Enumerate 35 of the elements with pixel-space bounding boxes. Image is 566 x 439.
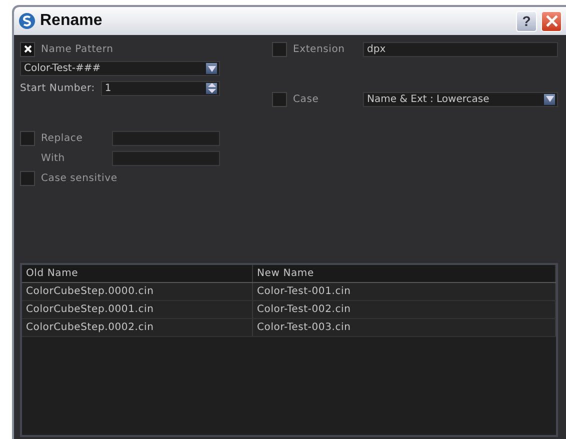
checkbox[interactable] xyxy=(272,92,287,106)
checkbox[interactable] xyxy=(272,42,287,56)
close-button[interactable] xyxy=(541,10,562,32)
case-dropdown[interactable]: Name & Ext : Lowercase xyxy=(363,92,558,106)
replace-field[interactable] xyxy=(112,130,220,146)
table-cell: ColorCubeStep.0002.cin xyxy=(22,319,253,336)
table-cell: Color-Test-003.cin xyxy=(253,319,556,336)
spinner-icon xyxy=(206,82,217,94)
case-label: Case xyxy=(293,94,320,104)
column-header[interactable]: Old Name xyxy=(22,265,253,282)
table-cell: ColorCubeStep.0000.cin xyxy=(22,283,253,300)
checkbox[interactable] xyxy=(20,42,35,56)
close-icon xyxy=(544,14,558,28)
replace-label: Replace xyxy=(41,132,84,144)
name-pattern-label: Name Pattern xyxy=(41,44,114,54)
table-cell: Color-Test-002.cin xyxy=(253,301,556,318)
start-number-label: Start Number: xyxy=(20,82,95,94)
dropdown-arrow-icon xyxy=(544,94,555,104)
case-sensitive-label: Case sensitive xyxy=(41,172,118,184)
with-field[interactable] xyxy=(112,150,220,166)
extension-field[interactable]: dpx xyxy=(363,42,558,56)
app-logo-icon xyxy=(18,12,36,30)
cross-icon xyxy=(24,45,32,53)
start-number-field[interactable]: 1 xyxy=(100,80,220,96)
with-label: With xyxy=(41,152,66,164)
help-button[interactable]: ? xyxy=(516,10,537,32)
table-cell: Color-Test-001.cin xyxy=(253,283,556,300)
name-pattern-dropdown[interactable]: Color-Test-### xyxy=(20,61,220,76)
dropdown-arrow-icon xyxy=(206,63,217,74)
table-cell: ColorCubeStep.0001.cin xyxy=(22,301,253,318)
extension-label: Extension xyxy=(293,44,346,54)
checkbox[interactable] xyxy=(20,170,35,186)
window-title: Rename xyxy=(40,12,102,30)
column-header[interactable]: New Name xyxy=(253,265,556,282)
checkbox[interactable] xyxy=(20,130,35,146)
